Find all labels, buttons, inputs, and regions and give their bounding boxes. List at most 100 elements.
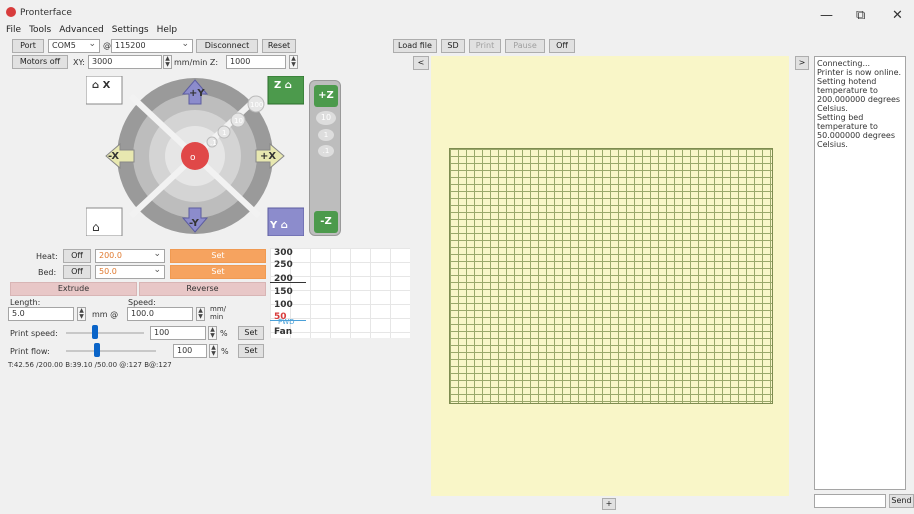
- home-y-button[interactable]: Y ⌂: [270, 220, 288, 231]
- heat-temp-select[interactable]: 200.0: [95, 248, 165, 263]
- speed-stepper[interactable]: ▲ ▼: [196, 307, 205, 321]
- print-flow-stepper[interactable]: ▲ ▼: [209, 344, 218, 358]
- extrude-button[interactable]: Extrude: [10, 282, 137, 296]
- console-log: Connecting... Printer is now online. Set…: [814, 56, 906, 490]
- window-title: Pronterface: [20, 8, 72, 18]
- home-x-label: X: [102, 80, 111, 91]
- pause-button[interactable]: Pause: [505, 39, 545, 53]
- print-speed-stepper[interactable]: ▲ ▼: [208, 326, 217, 340]
- xy-label: XY:: [73, 58, 85, 67]
- graph-tick-300: 300: [274, 248, 293, 258]
- menu-file[interactable]: File: [6, 25, 21, 35]
- print-flow-percent: %: [221, 347, 229, 356]
- app-logo-icon: [6, 7, 16, 17]
- console-send-button[interactable]: Send: [889, 494, 914, 508]
- step-100-label: 100: [250, 101, 264, 109]
- temperature-graph: 300 250 200 150 100 50 PWD Fan: [270, 248, 410, 338]
- menu-tools[interactable]: Tools: [29, 25, 51, 35]
- print-flow-track[interactable]: [66, 350, 156, 352]
- print-bed-grid: [449, 148, 773, 404]
- print-speed-set-button[interactable]: Set: [238, 326, 264, 340]
- viewer-plus-button[interactable]: +: [602, 498, 616, 510]
- graph-legend-fan: Fan: [274, 327, 293, 337]
- restore-button[interactable]: ⧉: [856, 8, 865, 23]
- graph-target-line: [270, 282, 306, 283]
- z-step-01-label: .1: [322, 147, 330, 155]
- length-input[interactable]: 5.0: [8, 307, 74, 321]
- plus-x-label[interactable]: +X: [260, 151, 276, 162]
- graph-tick-250: 250: [274, 260, 293, 270]
- z-step-01-button[interactable]: .1: [318, 145, 334, 157]
- close-button[interactable]: ✕: [892, 8, 903, 23]
- bed-temp-select[interactable]: 50.0: [95, 264, 165, 279]
- print-speed-label: Print speed:: [10, 329, 58, 338]
- reset-button[interactable]: Reset: [262, 39, 296, 53]
- menu-bar: File Tools Advanced Settings Help: [6, 25, 177, 35]
- svg-text:o: o: [190, 153, 196, 163]
- mm-min-z-label: mm/min Z:: [174, 58, 219, 67]
- baud-select[interactable]: 115200: [111, 38, 193, 53]
- disconnect-button[interactable]: Disconnect: [196, 39, 258, 53]
- step-1-label: 1: [222, 129, 227, 137]
- xy-speed-stepper[interactable]: ▲ ▼: [163, 55, 172, 69]
- home-y-label: Y: [270, 220, 278, 231]
- off-button[interactable]: Off: [549, 39, 575, 53]
- menu-help[interactable]: Help: [157, 25, 178, 35]
- motors-off-button[interactable]: Motors off: [12, 55, 68, 69]
- bed-set-button[interactable]: Set: [170, 265, 266, 279]
- bed-off-button[interactable]: Off: [63, 265, 91, 279]
- step-01-label: .1: [210, 139, 217, 147]
- length-stepper[interactable]: ▲ ▼: [77, 307, 86, 321]
- print-flow-slider-handle[interactable]: [94, 343, 100, 357]
- load-file-button[interactable]: Load file: [393, 39, 437, 53]
- home-all-button[interactable]: ⌂: [92, 220, 100, 234]
- speed-input[interactable]: 100.0: [127, 307, 193, 321]
- mm-at-label: mm @: [92, 310, 119, 319]
- print-flow-label: Print flow:: [10, 347, 50, 356]
- bed-label: Bed:: [38, 268, 57, 277]
- length-label: Length:: [10, 298, 41, 307]
- print-flow-input[interactable]: 100: [173, 344, 207, 358]
- z-step-10-button[interactable]: 10: [316, 111, 336, 125]
- port-select[interactable]: COM5: [48, 38, 100, 53]
- z-step-1-label: 1: [323, 131, 329, 139]
- print-speed-slider-handle[interactable]: [92, 325, 98, 339]
- menu-advanced[interactable]: Advanced: [59, 25, 103, 35]
- plus-y-label[interactable]: +Y: [189, 88, 205, 99]
- console-command-input[interactable]: [814, 494, 886, 508]
- print-flow-set-button[interactable]: Set: [238, 344, 264, 358]
- heat-off-button[interactable]: Off: [63, 249, 91, 263]
- print-button[interactable]: Print: [469, 39, 501, 53]
- z-step-10-label: 10: [320, 113, 332, 122]
- speed-label: Speed:: [128, 298, 156, 307]
- z-speed-input[interactable]: 1000: [226, 55, 286, 69]
- heat-label: Heat:: [36, 252, 58, 261]
- graph-tick-150: 150: [274, 287, 293, 297]
- at-label: @: [103, 41, 111, 50]
- print-speed-track[interactable]: [66, 332, 144, 334]
- minus-z-button[interactable]: -Z: [314, 211, 338, 233]
- xy-speed-input[interactable]: 3000: [88, 55, 162, 69]
- graph-tick-100: 100: [274, 300, 293, 310]
- heat-set-button[interactable]: Set: [170, 249, 266, 263]
- sd-button[interactable]: SD: [441, 39, 465, 53]
- mm-min-label: mm/ min: [210, 305, 226, 321]
- home-x-button[interactable]: ⌂ X: [92, 80, 110, 91]
- z-speed-stepper[interactable]: ▲ ▼: [289, 55, 298, 69]
- plus-z-button[interactable]: +Z: [314, 85, 338, 107]
- temperature-status: T:42.56 /200.00 B:39.10 /50.00 @:127 B@:…: [8, 361, 172, 369]
- z-jog-control[interactable]: +Z 10 1 .1 -Z: [309, 80, 341, 236]
- viewer-left-button[interactable]: <: [413, 56, 429, 70]
- z-step-1-button[interactable]: 1: [318, 129, 334, 141]
- print-speed-input[interactable]: 100: [150, 326, 206, 340]
- port-button[interactable]: Port: [12, 39, 44, 53]
- menu-settings[interactable]: Settings: [112, 25, 149, 35]
- home-z-label: Z: [274, 80, 282, 91]
- home-z-button[interactable]: Z ⌂: [274, 80, 292, 91]
- minimize-button[interactable]: —: [820, 8, 833, 23]
- console-toggle-button[interactable]: >: [795, 56, 809, 70]
- print-bed-viewer[interactable]: [431, 56, 789, 496]
- reverse-button[interactable]: Reverse: [139, 282, 266, 296]
- minus-x-label[interactable]: -X: [108, 151, 119, 162]
- minus-y-label[interactable]: -Y: [189, 218, 199, 229]
